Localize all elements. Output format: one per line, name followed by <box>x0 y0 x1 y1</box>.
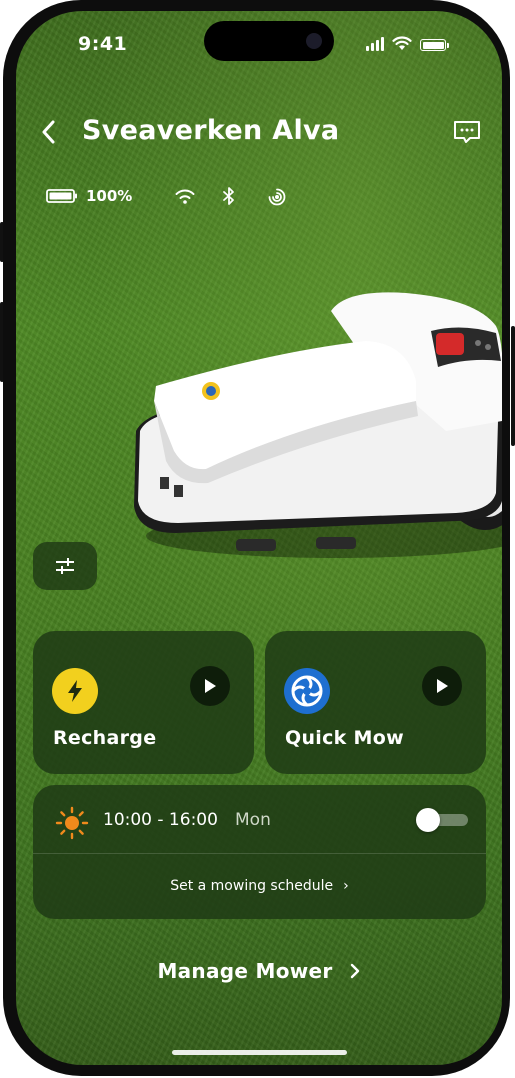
schedule-card: 10:00 - 16:00 Mon Set a mowing schedule … <box>33 785 486 919</box>
cellular-signal-icon <box>366 37 384 51</box>
home-indicator[interactable] <box>172 1050 347 1055</box>
status-icons <box>366 36 449 51</box>
schedule-time: 10:00 - 16:00 <box>103 810 218 830</box>
gps-signal-icon <box>268 188 286 206</box>
page-title: Sveaverken Alva <box>82 115 340 146</box>
schedule-toggle[interactable] <box>416 808 468 832</box>
wifi-icon <box>175 189 195 204</box>
chevron-left-icon[interactable] <box>34 117 64 147</box>
settings-button[interactable] <box>33 542 97 590</box>
battery-icon <box>46 189 77 203</box>
chevron-right-icon <box>350 963 359 979</box>
recharge-card[interactable]: Recharge <box>33 631 254 774</box>
manage-mower-label: Manage Mower <box>157 959 333 983</box>
sun-icon <box>55 806 89 840</box>
quick-mow-card[interactable]: Quick Mow <box>265 631 486 774</box>
schedule-day: Mon <box>235 810 271 830</box>
phone-bezel: 9:41 Sveaverken Alva 100% Recharge Quick… <box>3 0 510 1076</box>
set-schedule-label: Set a mowing schedule <box>170 878 334 894</box>
wifi-icon <box>392 36 412 50</box>
phone-frame: 9:41 Sveaverken Alva 100% Recharge Quick… <box>0 0 515 1078</box>
status-time: 9:41 <box>78 33 128 55</box>
play-button[interactable] <box>190 666 230 706</box>
play-icon <box>437 679 448 693</box>
chat-bubble-icon[interactable] <box>452 117 482 147</box>
recharge-label: Recharge <box>53 727 157 749</box>
play-button[interactable] <box>422 666 462 706</box>
app-screen: 9:41 Sveaverken Alva 100% Recharge Quick… <box>16 11 502 1065</box>
fan-blade-icon <box>284 668 330 714</box>
battery-percent: 100% <box>86 187 133 205</box>
sliders-icon <box>56 558 74 574</box>
set-schedule-link[interactable]: Set a mowing schedule › <box>33 853 486 919</box>
play-icon <box>205 679 216 693</box>
app-header: Sveaverken Alva <box>16 111 502 155</box>
quick-mow-label: Quick Mow <box>285 727 404 749</box>
mower-image <box>134 292 502 558</box>
power-button <box>511 326 515 446</box>
chevron-right-icon: › <box>343 878 349 894</box>
schedule-row: 10:00 - 16:00 Mon <box>33 785 486 853</box>
lightning-icon <box>52 668 98 714</box>
device-status-bar: 100% <box>46 183 288 209</box>
battery-icon <box>420 39 449 51</box>
bluetooth-icon <box>223 187 235 205</box>
dynamic-island <box>204 21 334 61</box>
manage-mower-link[interactable]: Manage Mower <box>16 953 502 989</box>
